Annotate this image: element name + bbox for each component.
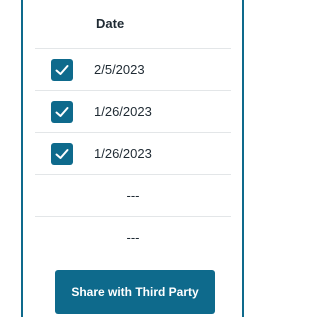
- date-selection-panel: Date 2/5/2023 1/26/2023 1/26/2023 --- --…: [21, 0, 244, 317]
- table-row: ---: [35, 174, 231, 216]
- row-checkbox[interactable]: [51, 101, 73, 123]
- table-header: Date: [23, 0, 242, 48]
- empty-date-value: ---: [126, 230, 140, 245]
- table-row: 1/26/2023: [35, 132, 231, 174]
- row-checkbox[interactable]: [51, 59, 73, 81]
- row-checkbox[interactable]: [51, 143, 73, 165]
- date-value: 1/26/2023: [94, 104, 152, 119]
- table-row: 2/5/2023: [35, 48, 231, 90]
- checkmark-icon: [55, 107, 69, 117]
- date-value: 1/26/2023: [94, 146, 152, 161]
- share-with-third-party-button[interactable]: Share with Third Party: [55, 270, 215, 314]
- table-row: 1/26/2023: [35, 90, 231, 132]
- empty-date-value: ---: [126, 188, 140, 203]
- table-row: ---: [35, 216, 231, 258]
- date-column-header: Date: [96, 16, 125, 31]
- date-value: 2/5/2023: [94, 62, 145, 77]
- checkmark-icon: [55, 65, 69, 75]
- checkmark-icon: [55, 149, 69, 159]
